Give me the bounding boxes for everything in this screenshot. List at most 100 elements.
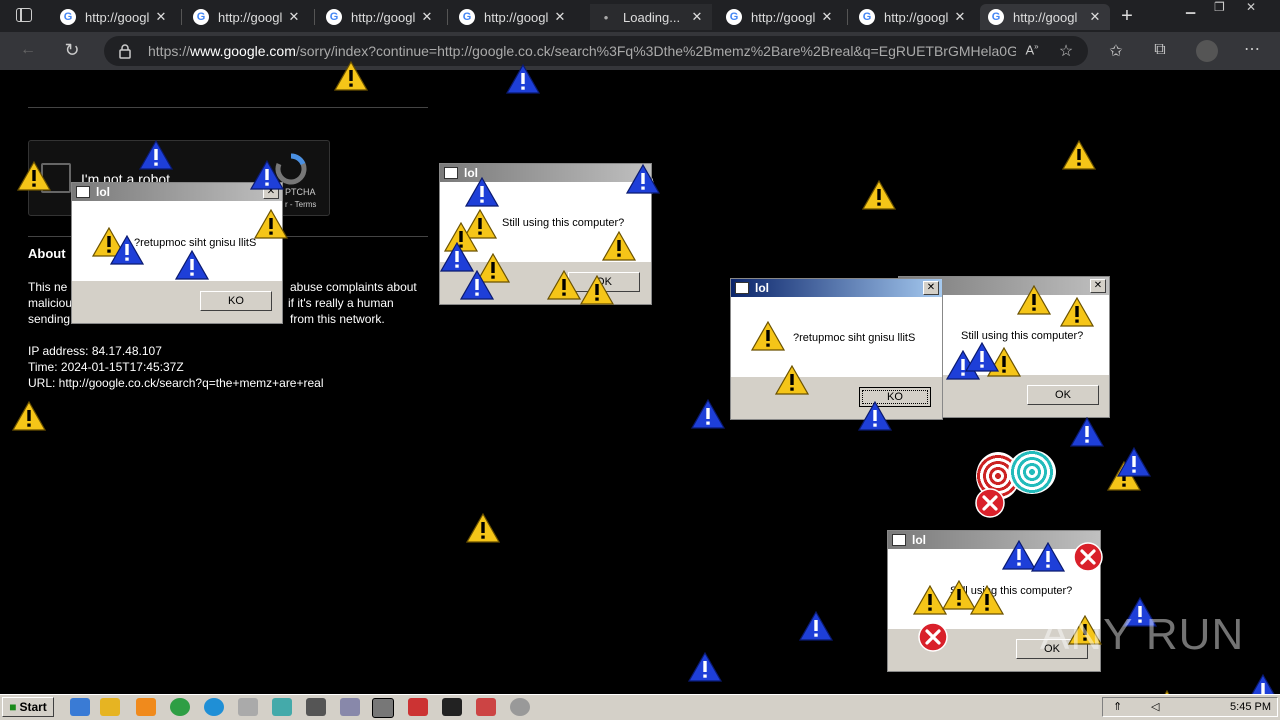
- clock[interactable]: 5:45 PM: [1230, 701, 1271, 713]
- tab-close-icon[interactable]: ✕: [688, 9, 706, 25]
- window-icon[interactable]: [372, 698, 394, 718]
- dialog-message: Still using this computer?: [961, 330, 1084, 342]
- address-text[interactable]: https://www.google.com/sorry/index?conti…: [148, 43, 1016, 59]
- dialog-title: lol: [96, 185, 110, 199]
- tab-title: http://googl: [484, 9, 549, 25]
- tab-title: http://googl: [884, 9, 949, 25]
- tab-close-icon[interactable]: ✕: [551, 9, 569, 25]
- app-icon[interactable]: [476, 698, 496, 716]
- info-icon: [799, 611, 833, 641]
- info-icon: [858, 401, 892, 431]
- warning-icon: [1060, 297, 1094, 327]
- ie-icon[interactable]: [70, 698, 90, 716]
- minimize-icon[interactable]: ▁: [1186, 0, 1206, 16]
- app-icon[interactable]: [408, 698, 428, 716]
- browser-toolbar: ← ↻ https://www.google.com/sorry/index?c…: [0, 32, 1280, 70]
- start-button[interactable]: ■ Start: [2, 697, 54, 717]
- new-tab-icon[interactable]: +: [1116, 5, 1138, 27]
- task-manager-icon[interactable]: [306, 698, 326, 716]
- tab-divider: [314, 9, 315, 25]
- error-icon: [975, 488, 1005, 518]
- browser-tab[interactable]: Ghttp://googl ✕: [318, 4, 442, 30]
- restore-icon[interactable]: ❐: [1214, 0, 1234, 16]
- url-line: URL: http://google.co.ck/search?q=the+me…: [28, 376, 324, 390]
- anyrun-watermark: ANY RUN: [1040, 610, 1245, 659]
- tab-strip: Ghttp://googl ✕ Ghttp://googl ✕ Ghttp://go…: [0, 0, 1280, 32]
- about-text-right-3: from this network.: [290, 312, 385, 326]
- info-icon: [506, 64, 540, 94]
- browser-tab[interactable]: Ghttp://googl ✕: [851, 4, 975, 30]
- window-close-icon[interactable]: ✕: [1246, 0, 1266, 16]
- tray-expand-icon[interactable]: ⇑: [1113, 700, 1122, 713]
- folder-icon[interactable]: [100, 698, 120, 716]
- info-icon: [1117, 447, 1151, 477]
- ok-button[interactable]: OK: [1027, 385, 1099, 405]
- notepad-icon[interactable]: [238, 698, 258, 716]
- volume-icon[interactable]: ◁: [1151, 700, 1159, 713]
- url-host: www.google.com: [190, 43, 296, 59]
- close-icon[interactable]: ✕: [1090, 279, 1106, 293]
- about-text-left-2: maliciou: [28, 296, 73, 310]
- profile-avatar-icon[interactable]: [1196, 40, 1218, 62]
- browser-tab-active[interactable]: Ghttp://googl ✕: [980, 4, 1110, 30]
- start-label: Start: [19, 700, 47, 714]
- display-icon[interactable]: [272, 698, 292, 716]
- loading-icon: •: [603, 9, 609, 25]
- tab-close-icon[interactable]: ✕: [285, 9, 303, 25]
- warning-icon: [580, 275, 614, 305]
- info-icon: [175, 250, 209, 280]
- cmd-icon[interactable]: [442, 698, 462, 716]
- google-g-icon: G: [326, 9, 342, 25]
- tab-title: http://googl: [218, 9, 283, 25]
- media-player-icon[interactable]: [136, 698, 156, 716]
- tab-close-icon[interactable]: ✕: [1086, 9, 1104, 25]
- windows-logo-icon: ■: [9, 700, 17, 714]
- warning-icon: [466, 513, 500, 543]
- error-icon: [1073, 542, 1103, 572]
- app-icon: [892, 534, 906, 546]
- ip-address-line: IP address: 84.17.48.107: [28, 344, 162, 358]
- app-icon: [444, 167, 458, 179]
- info-icon: [250, 160, 284, 190]
- read-aloud-icon[interactable]: A»: [1022, 42, 1042, 57]
- dialog-titlebar[interactable]: lol: [888, 531, 1100, 549]
- paint-icon[interactable]: [510, 698, 530, 716]
- warning-icon: [1062, 140, 1096, 170]
- info-icon: [465, 177, 499, 207]
- reload-icon[interactable]: ↻: [62, 40, 82, 61]
- recaptcha-terms[interactable]: r - Terms: [285, 200, 316, 209]
- tab-title: http://googl: [85, 9, 150, 25]
- address-bar[interactable]: https://www.google.com/sorry/index?conti…: [104, 36, 1088, 66]
- tab-close-icon[interactable]: ✕: [818, 9, 836, 25]
- browser-tab-loading[interactable]: • Loading... ✕: [590, 4, 712, 30]
- collections-icon[interactable]: ⧉: [1150, 41, 1170, 59]
- close-icon[interactable]: ✕: [923, 281, 939, 295]
- info-icon: [1031, 542, 1065, 572]
- warning-icon: [602, 231, 636, 261]
- warning-icon: [17, 161, 51, 191]
- info-icon: [139, 140, 173, 170]
- dialog-titlebar[interactable]: lol: [731, 279, 942, 297]
- tab-actions-icon[interactable]: [16, 8, 32, 22]
- google-g-icon: G: [459, 9, 475, 25]
- calculator-icon[interactable]: [340, 698, 360, 716]
- info-icon: [110, 235, 144, 265]
- info-icon: [688, 652, 722, 682]
- ko-button[interactable]: KO: [200, 291, 272, 311]
- tab-close-icon[interactable]: ✕: [951, 9, 969, 25]
- favorites-icon[interactable]: ✩: [1106, 41, 1126, 61]
- chrome-icon[interactable]: [170, 698, 190, 716]
- back-icon[interactable]: ←: [18, 41, 38, 59]
- browser-tab[interactable]: Ghttp://googl ✕: [185, 4, 309, 30]
- edge-icon[interactable]: [204, 698, 224, 716]
- add-favorite-icon[interactable]: ☆: [1056, 41, 1076, 61]
- browser-tab[interactable]: Ghttp://googl ✕: [52, 4, 176, 30]
- more-menu-icon[interactable]: ⋯: [1242, 39, 1262, 59]
- dialog-title: lol: [755, 281, 769, 295]
- browser-tab[interactable]: Ghttp://googl ✕: [451, 4, 575, 30]
- browser-tab[interactable]: Ghttp://googl ✕: [718, 4, 842, 30]
- tab-close-icon[interactable]: ✕: [152, 9, 170, 25]
- tab-close-icon[interactable]: ✕: [418, 9, 436, 25]
- system-tray: ⇑ ◁ 5:45 PM: [1102, 697, 1278, 717]
- lock-icon[interactable]: [118, 44, 132, 59]
